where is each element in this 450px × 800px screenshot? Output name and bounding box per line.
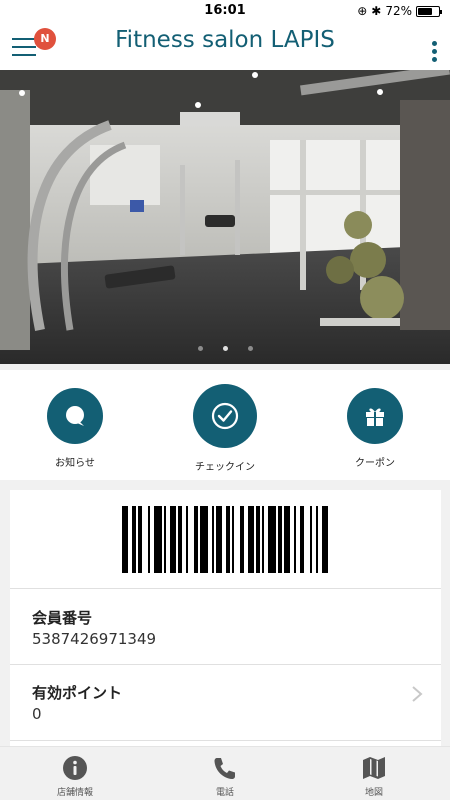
tab-map-label: 地図 bbox=[364, 788, 383, 798]
app-title: Fitness salon LAPIS bbox=[115, 27, 335, 53]
hero-carousel[interactable] bbox=[0, 70, 450, 364]
tab-phone-label: 電話 bbox=[215, 788, 234, 798]
tab-store-info[interactable]: 店舗情報 bbox=[25, 755, 125, 798]
battery-percent: 72% bbox=[385, 4, 412, 18]
info-icon bbox=[25, 755, 125, 781]
points-value: 0 bbox=[32, 705, 42, 723]
gym-photo bbox=[0, 70, 450, 364]
status-indicators: ⊕ ✱ 72% bbox=[357, 4, 442, 18]
news-button[interactable]: お知らせ bbox=[15, 388, 135, 469]
tab-store-info-label: 店舗情報 bbox=[56, 788, 93, 798]
map-icon bbox=[324, 755, 424, 781]
checkin-button[interactable]: チェックイン bbox=[165, 384, 285, 473]
chevron-right-icon bbox=[412, 686, 423, 702]
tab-map[interactable]: 地図 bbox=[324, 755, 424, 798]
divider bbox=[10, 588, 441, 589]
divider bbox=[10, 740, 441, 741]
phone-icon bbox=[175, 755, 275, 781]
more-options-button[interactable] bbox=[432, 41, 438, 63]
carousel-dot[interactable] bbox=[222, 346, 228, 351]
member-number-value: 5387426971349 bbox=[32, 630, 157, 648]
checkin-label: チェックイン bbox=[195, 462, 255, 473]
coupon-label: クーポン bbox=[355, 458, 395, 469]
app-header: N Fitness salon LAPIS bbox=[0, 22, 450, 70]
news-label: お知らせ bbox=[55, 458, 95, 469]
points-row[interactable]: 有効ポイント 0 bbox=[10, 665, 441, 735]
gift-icon bbox=[347, 388, 403, 444]
member-barcode bbox=[122, 506, 328, 573]
battery-icon bbox=[416, 5, 442, 17]
tab-bar: 店舗情報 電話 地図 bbox=[0, 746, 450, 800]
coupon-button[interactable]: クーポン bbox=[315, 388, 435, 469]
tab-phone[interactable]: 電話 bbox=[175, 755, 275, 798]
quick-actions: お知らせ チェックイン クーポン bbox=[0, 370, 450, 480]
bluetooth-icon: ✱ bbox=[371, 4, 382, 18]
status-bar: 16:01 ⊕ ✱ 72% bbox=[0, 0, 450, 22]
rotation-lock-icon: ⊕ bbox=[357, 4, 368, 18]
carousel-dot[interactable] bbox=[247, 346, 253, 351]
member-card: 会員番号 5387426971349 有効ポイント 0 bbox=[10, 490, 441, 746]
chat-bubble-icon bbox=[47, 388, 103, 444]
carousel-indicator bbox=[0, 336, 450, 355]
points-label: 有効ポイント bbox=[32, 684, 123, 702]
check-circle-icon bbox=[193, 384, 257, 448]
member-number-label: 会員番号 bbox=[32, 609, 93, 627]
carousel-dot[interactable] bbox=[197, 346, 203, 351]
